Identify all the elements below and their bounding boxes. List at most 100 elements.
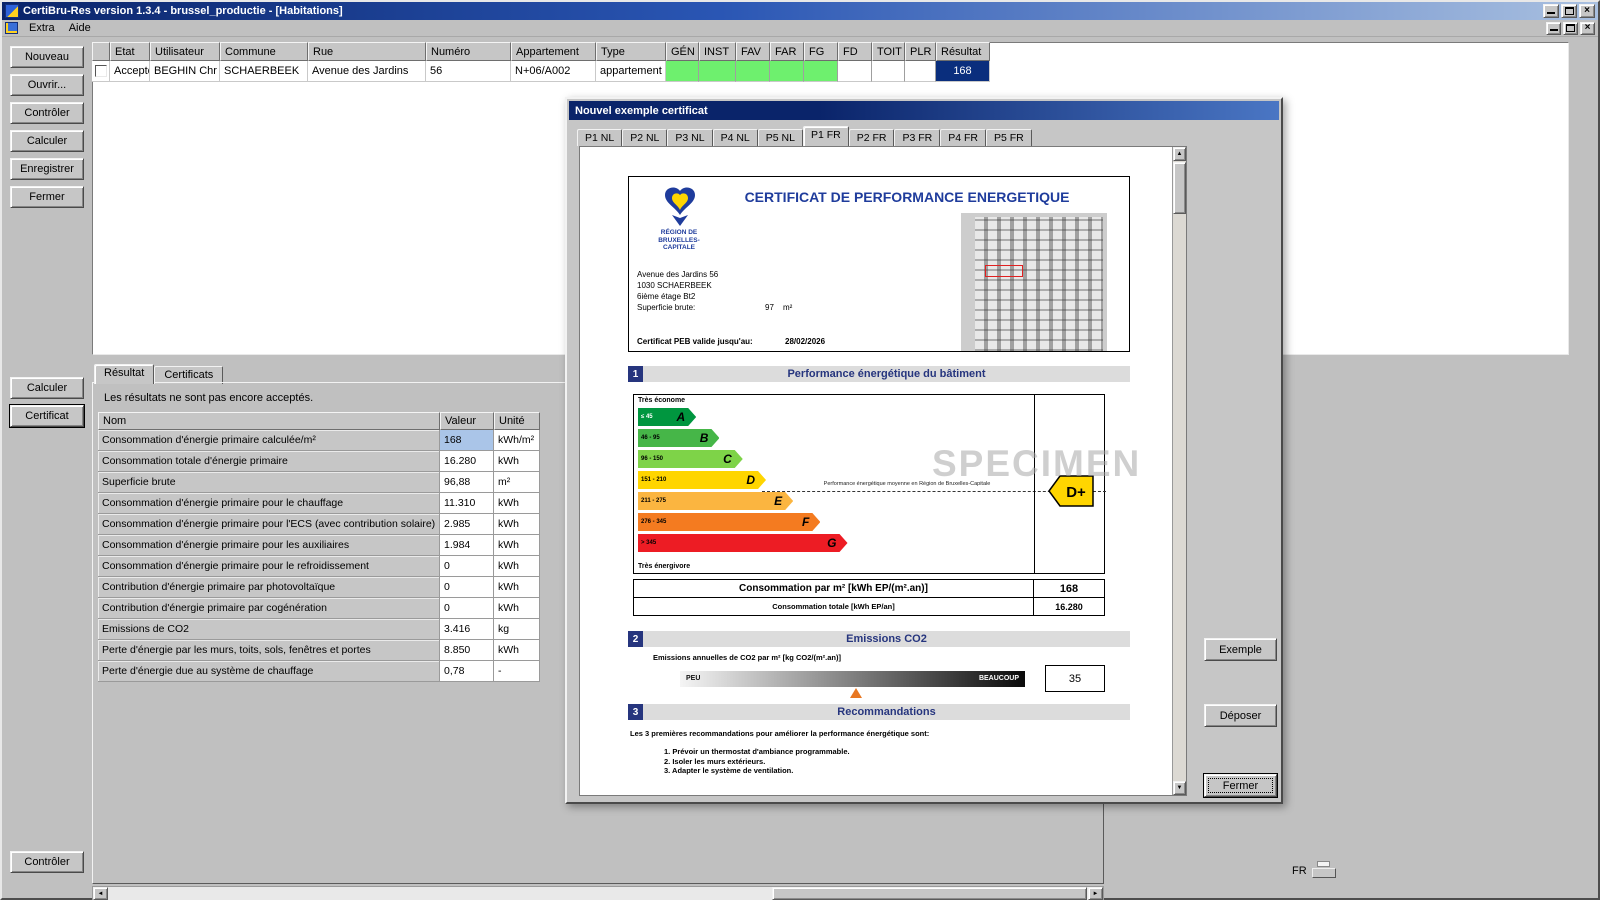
tab-p4-fr[interactable]: P4 FR — [940, 129, 986, 146]
tab-p3-fr[interactable]: P3 FR — [894, 129, 940, 146]
maximize-icon[interactable] — [1561, 4, 1577, 18]
close-icon[interactable]: × — [1579, 4, 1595, 18]
result-row[interactable]: Consommation totale d'énergie primaire16… — [98, 451, 540, 472]
row-cell-utilisateur: BEGHIN Chr — [150, 61, 220, 82]
dialog-button-fermer[interactable]: Fermer — [1204, 774, 1277, 797]
section-1-bar: 1 Performance énergétique du bâtiment — [628, 366, 1130, 382]
column-header-plr[interactable]: PLR — [905, 42, 936, 61]
energy-band-range: 46 - 95 — [641, 435, 660, 441]
column-header-select[interactable] — [92, 42, 110, 61]
column-header-far[interactable]: FAR — [770, 42, 804, 61]
title-bar: CertiBru-Res version 1.3.4 - brussel_pro… — [2, 2, 1598, 20]
dialog-button-d-poser[interactable]: Déposer — [1204, 704, 1277, 727]
scroll-right-icon[interactable]: ► — [1088, 887, 1103, 900]
menu-aide[interactable]: Aide — [63, 21, 97, 35]
result-row[interactable]: Superficie brute96,88m² — [98, 472, 540, 493]
tab-p5-nl[interactable]: P5 NL — [758, 129, 803, 146]
column-header-g-n[interactable]: GÉN — [666, 42, 699, 61]
sidebar-button-ouvrir[interactable]: Ouvrir... — [10, 74, 84, 96]
tab-p1-fr[interactable]: P1 FR — [803, 126, 849, 146]
tab-p3-nl[interactable]: P3 NL — [667, 129, 712, 146]
result-row[interactable]: Consommation d'énergie primaire pour le … — [98, 556, 540, 577]
column-header-rue[interactable]: Rue — [308, 42, 426, 61]
results-tabs: RésultatCertificats — [94, 364, 223, 384]
child-restore-icon[interactable] — [1563, 22, 1578, 35]
column-header-appartement[interactable]: Appartement — [511, 42, 596, 61]
result-unit-cell: m² — [494, 472, 540, 493]
menu-extra[interactable]: Extra — [23, 21, 61, 35]
column-header-fd[interactable]: FD — [838, 42, 872, 61]
document-window-icon — [5, 22, 18, 34]
column-header-type[interactable]: Type — [596, 42, 666, 61]
child-minimize-icon[interactable] — [1546, 22, 1561, 35]
column-header-utilisateur[interactable]: Utilisateur — [150, 42, 220, 61]
horizontal-scrollbar[interactable]: ◄ ► — [92, 886, 1104, 900]
results-column-valeur[interactable]: Valeur — [440, 412, 494, 430]
sidebar-button-contr-ler[interactable]: Contrôler — [10, 102, 84, 124]
table-row[interactable]: AcceptéBEGHIN ChrSCHAERBEEKAvenue des Ja… — [92, 61, 990, 82]
flag-cell-g-n — [666, 61, 699, 82]
result-value-cell: 0 — [440, 577, 494, 598]
column-header-toit[interactable]: TOIT — [872, 42, 905, 61]
co2-low-label: PEU — [686, 675, 700, 682]
flag-cell-toit — [872, 61, 905, 82]
recommendations-list: 1. Prévoir un thermostat d'ambiance prog… — [664, 747, 850, 776]
energy-band-range: > 345 — [641, 540, 656, 546]
tab-p2-nl[interactable]: P2 NL — [622, 129, 667, 146]
result-value-cell: 2.985 — [440, 514, 494, 535]
row-checkbox[interactable] — [95, 65, 107, 77]
column-header-inst[interactable]: INST — [699, 42, 736, 61]
result-unit-cell: kWh — [494, 577, 540, 598]
result-row[interactable]: Consommation d'énergie primaire pour les… — [98, 535, 540, 556]
child-window-controls: × — [1546, 22, 1595, 35]
results-column-unit[interactable]: Unité — [494, 412, 540, 430]
result-unit-cell: kWh — [494, 493, 540, 514]
result-row[interactable]: Emissions de CO23.416kg — [98, 619, 540, 640]
result-row[interactable]: Consommation d'énergie primaire calculée… — [98, 430, 540, 451]
energy-band-f: 276 - 345F — [638, 513, 1026, 531]
minimize-icon[interactable] — [1543, 4, 1559, 18]
tab-p4-nl[interactable]: P4 NL — [713, 129, 758, 146]
sidebar-button-enregistrer[interactable]: Enregistrer — [10, 158, 84, 180]
column-header-etat[interactable]: Etat — [110, 42, 150, 61]
column-header-num-ro[interactable]: Numéro — [426, 42, 511, 61]
result-row[interactable]: Contribution d'énergie primaire par phot… — [98, 577, 540, 598]
energy-band-arrow: 96 - 150C — [638, 450, 743, 468]
column-header-fg[interactable]: FG — [804, 42, 838, 61]
scroll-left-icon[interactable]: ◄ — [93, 887, 108, 900]
sidebar-button-calculer[interactable]: Calculer — [10, 130, 84, 152]
scrollbar-thumb[interactable] — [1173, 162, 1186, 214]
child-close-icon[interactable]: × — [1580, 22, 1595, 35]
brussels-region-logo-icon — [657, 185, 703, 227]
tab-p1-nl[interactable]: P1 NL — [577, 129, 622, 146]
result-name-cell: Superficie brute — [98, 472, 440, 493]
certificate-address: Avenue des Jardins 561030 SCHAERBEEK6ièm… — [637, 269, 718, 302]
sidebar-button-calculer[interactable]: Calculer — [10, 377, 84, 399]
sidebar-button-fermer[interactable]: Fermer — [10, 186, 84, 208]
vertical-scrollbar[interactable]: ▲ ▼ — [1172, 147, 1186, 795]
results-column-nom[interactable]: Nom — [98, 412, 440, 430]
column-header-commune[interactable]: Commune — [220, 42, 308, 61]
row-cell-etat: Accepté — [110, 61, 150, 82]
scroll-down-icon[interactable]: ▼ — [1173, 781, 1186, 795]
controler-bottom-button[interactable]: Contrôler — [10, 851, 84, 873]
result-row[interactable]: Consommation d'énergie primaire pour le … — [98, 493, 540, 514]
column-header-fav[interactable]: FAV — [736, 42, 770, 61]
consumption-label: Consommation par m² [kWh EP/(m².an)] — [634, 580, 1034, 597]
sidebar-button-certificat[interactable]: Certificat — [10, 405, 84, 427]
result-row[interactable]: Contribution d'énergie primaire par cogé… — [98, 598, 540, 619]
tab-p2-fr[interactable]: P2 FR — [849, 129, 895, 146]
row-select-cell — [92, 61, 110, 82]
scroll-up-icon[interactable]: ▲ — [1173, 147, 1186, 161]
scrollbar-thumb[interactable] — [772, 887, 1087, 900]
result-row[interactable]: Consommation d'énergie primaire pour l'E… — [98, 514, 540, 535]
flag-cell-inst — [699, 61, 736, 82]
tab-r-sultat[interactable]: Résultat — [94, 364, 154, 384]
dialog-button-exemple[interactable]: Exemple — [1204, 638, 1277, 661]
column-header-r-sultat[interactable]: Résultat — [936, 42, 990, 61]
result-row[interactable]: Perte d'énergie par les murs, toits, sol… — [98, 640, 540, 661]
sidebar-button-nouveau[interactable]: Nouveau — [10, 46, 84, 68]
co2-label: Emissions annuelles de CO2 par m² [kg CO… — [653, 653, 841, 662]
tab-p5-fr[interactable]: P5 FR — [986, 129, 1032, 146]
result-row[interactable]: Perte d'énergie due au système de chauff… — [98, 661, 540, 682]
